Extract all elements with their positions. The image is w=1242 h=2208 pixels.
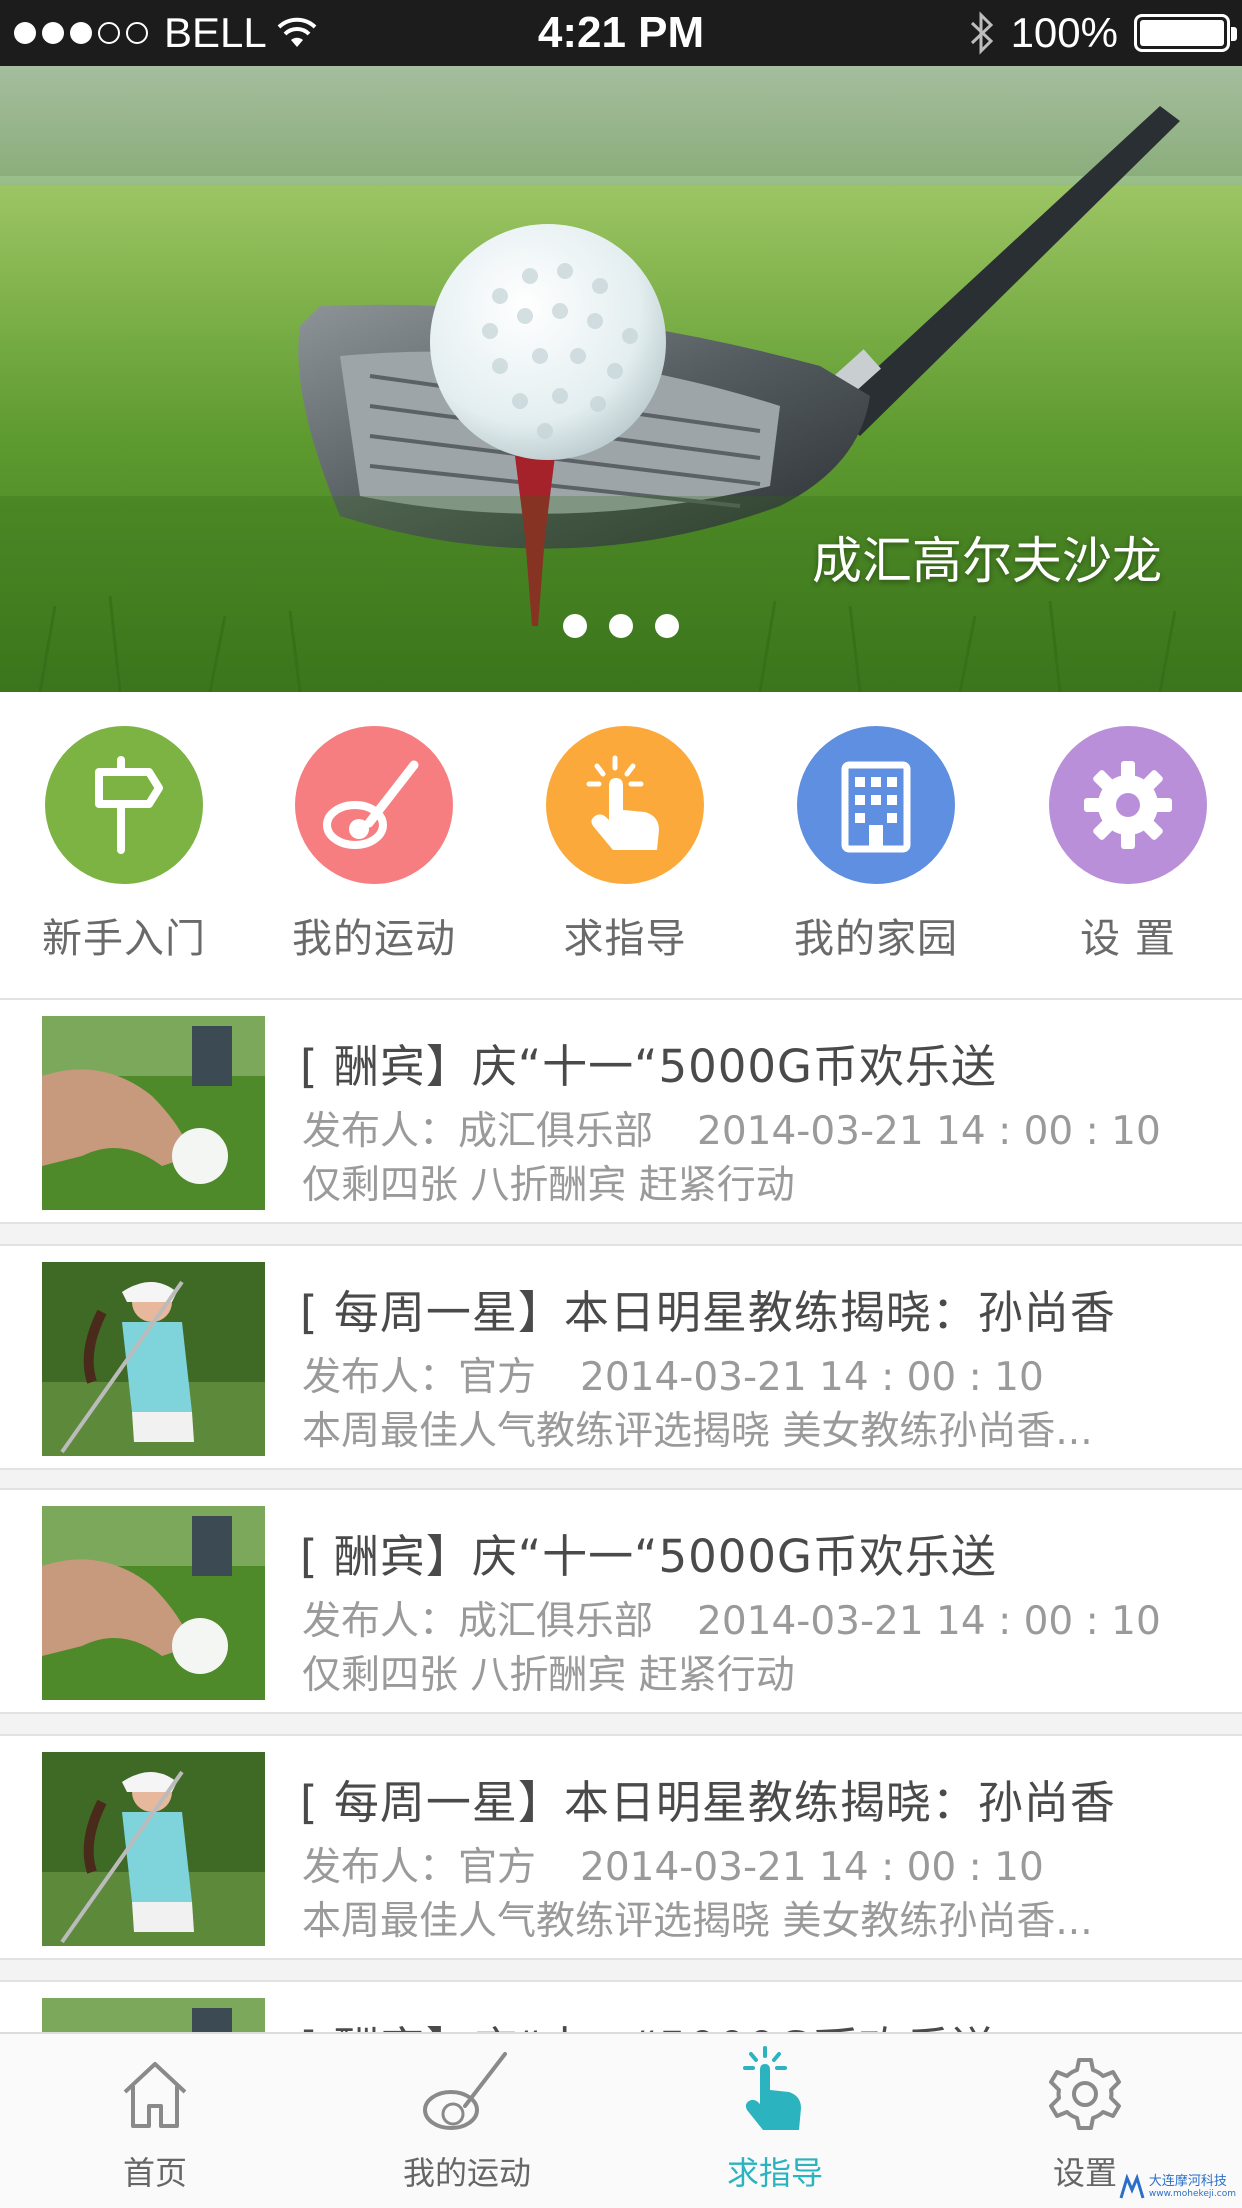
shortcut-label: 新手入门: [42, 916, 206, 962]
news-desc: 本周最佳人气教练评选揭晓 美女教练孙尚香...: [302, 1899, 1093, 1944]
tab-label: 首页: [122, 2154, 187, 2192]
news-date: 2014-03-21 14 : 00 : 10: [697, 1599, 1161, 1644]
news-title: [ 酬宾】庆“十一“5000G币欢乐送: [300, 1530, 997, 1583]
shortcut-grid: 新手入门 我的运动 求指导 我的家园 设 置: [0, 692, 1242, 998]
shortcut-my-sport[interactable]: 我的运动: [249, 726, 499, 964]
battery-area: 100%: [969, 0, 1237, 66]
news-desc: 仅剩四张 八折酬宾 赶紧行动: [302, 1163, 795, 1208]
banner-caption: 成汇高尔夫沙龙: [812, 532, 1162, 590]
gear-icon: [1049, 726, 1207, 884]
news-thumbnail: [42, 1506, 265, 1700]
news-title: [ 每周一星】本日明星教练揭晓：孙尚香: [300, 1776, 1116, 1829]
tab-guidance[interactable]: 求指导: [650, 2034, 900, 2208]
news-date: 2014-03-21 14 : 00 : 10: [697, 1109, 1161, 1154]
tab-bar: 首页 我的运动 求指导 设置 大连摩河科技 www.mohekeji.com: [0, 2032, 1242, 2208]
shortcut-label: 我的家园: [794, 916, 958, 962]
golf-club-icon: [342, 2034, 592, 2134]
shortcut-beginner[interactable]: 新手入门: [0, 726, 249, 964]
building-icon: [797, 726, 955, 884]
news-meta: 发布人：成汇俱乐部 2014-03-21 14 : 00 : 10: [302, 1590, 1161, 1646]
news-desc: 仅剩四张 八折酬宾 赶紧行动: [302, 1653, 795, 1698]
watermark-url: www.mohekeji.com: [1148, 2189, 1236, 2199]
battery-percent: 100%: [1010, 9, 1118, 56]
golf-club-icon: [295, 726, 453, 884]
list-item[interactable]: [ 酬宾】庆“十一“5000G币欢乐送 发布人：成汇俱乐部 2014-03-21 …: [0, 1488, 1242, 1714]
shortcut-label: 求指导: [563, 916, 687, 962]
news-thumbnail: [42, 1262, 265, 1456]
news-publisher: 发布人：成汇俱乐部: [302, 1599, 654, 1644]
status-bar: BELL 4:21 PM 100%: [0, 0, 1242, 66]
tab-home[interactable]: 首页: [30, 2034, 280, 2208]
banner-image: [0, 66, 1242, 692]
list-item[interactable]: [ 每周一星】本日明星教练揭晓：孙尚香 发布人：官方 2014-03-21 14 …: [0, 1734, 1242, 1960]
news-publisher: 发布人：官方: [302, 1355, 537, 1400]
pager-dot[interactable]: [609, 614, 633, 638]
pager-dot[interactable]: [655, 614, 679, 638]
news-title: [ 酬宾】庆“十一“5000G币欢乐送: [300, 1040, 997, 1093]
watermark-logo: 大连摩河科技 www.mohekeji.com: [1119, 2174, 1236, 2200]
bluetooth-icon: [970, 11, 993, 55]
signpost-icon: [45, 726, 203, 884]
tab-label: 我的运动: [402, 2154, 531, 2192]
news-list: [ 酬宾】庆“十一“5000G币欢乐送 发布人：成汇俱乐部 2014-03-21 …: [0, 998, 1242, 2032]
news-thumbnail: [42, 1998, 265, 2032]
watermark-text: 大连摩河科技: [1148, 2174, 1227, 2189]
shortcut-guidance[interactable]: 求指导: [500, 726, 750, 964]
news-meta: 发布人：成汇俱乐部 2014-03-21 14 : 00 : 10: [302, 1100, 1161, 1156]
battery-icon: [1134, 14, 1237, 52]
shortcut-label: 设 置: [1080, 916, 1176, 962]
news-meta: 发布人：官方 2014-03-21 14 : 00 : 10: [302, 1346, 1044, 1402]
news-date: 2014-03-21 14 : 00 : 10: [580, 1355, 1044, 1400]
news-title: [ 每周一星】本日明星教练揭晓：孙尚香: [300, 1286, 1116, 1339]
tap-hand-icon: [546, 726, 704, 884]
gear-icon: [960, 2034, 1210, 2134]
news-meta: 发布人：官方 2014-03-21 14 : 00 : 10: [302, 1836, 1044, 1892]
news-title: [ 酬宾】庆“十一“5000G币欢乐送: [300, 2012, 997, 2032]
shortcut-my-home[interactable]: 我的家园: [751, 726, 1001, 964]
news-date: 2014-03-21 14 : 00 : 10: [580, 1845, 1044, 1890]
news-desc: 本周最佳人气教练评选揭晓 美女教练孙尚香...: [302, 1409, 1093, 1454]
news-thumbnail: [42, 1016, 265, 1210]
watermark-icon: [1119, 2174, 1145, 2199]
list-item[interactable]: [ 每周一星】本日明星教练揭晓：孙尚香 发布人：官方 2014-03-21 14 …: [0, 1244, 1242, 1470]
list-item[interactable]: [ 酬宾】庆“十一“5000G币欢乐送 发布人：成汇俱乐部 2014-03-21 …: [0, 998, 1242, 1224]
shortcut-label: 我的运动: [292, 916, 456, 962]
shortcut-settings[interactable]: 设 置: [1003, 726, 1242, 964]
tab-label: 求指导: [726, 2154, 823, 2192]
news-publisher: 发布人：成汇俱乐部: [302, 1109, 654, 1154]
carousel-pager[interactable]: [0, 614, 1242, 638]
list-item[interactable]: [ 酬宾】庆“十一“5000G币欢乐送: [0, 1980, 1242, 2032]
tap-hand-icon: [650, 2034, 900, 2134]
pager-dot[interactable]: [563, 614, 587, 638]
news-thumbnail: [42, 1752, 265, 1946]
home-icon: [30, 2034, 280, 2134]
news-publisher: 发布人：官方: [302, 1845, 537, 1890]
tab-my-sport[interactable]: 我的运动: [342, 2034, 592, 2208]
banner-carousel[interactable]: 成汇高尔夫沙龙: [0, 66, 1242, 692]
